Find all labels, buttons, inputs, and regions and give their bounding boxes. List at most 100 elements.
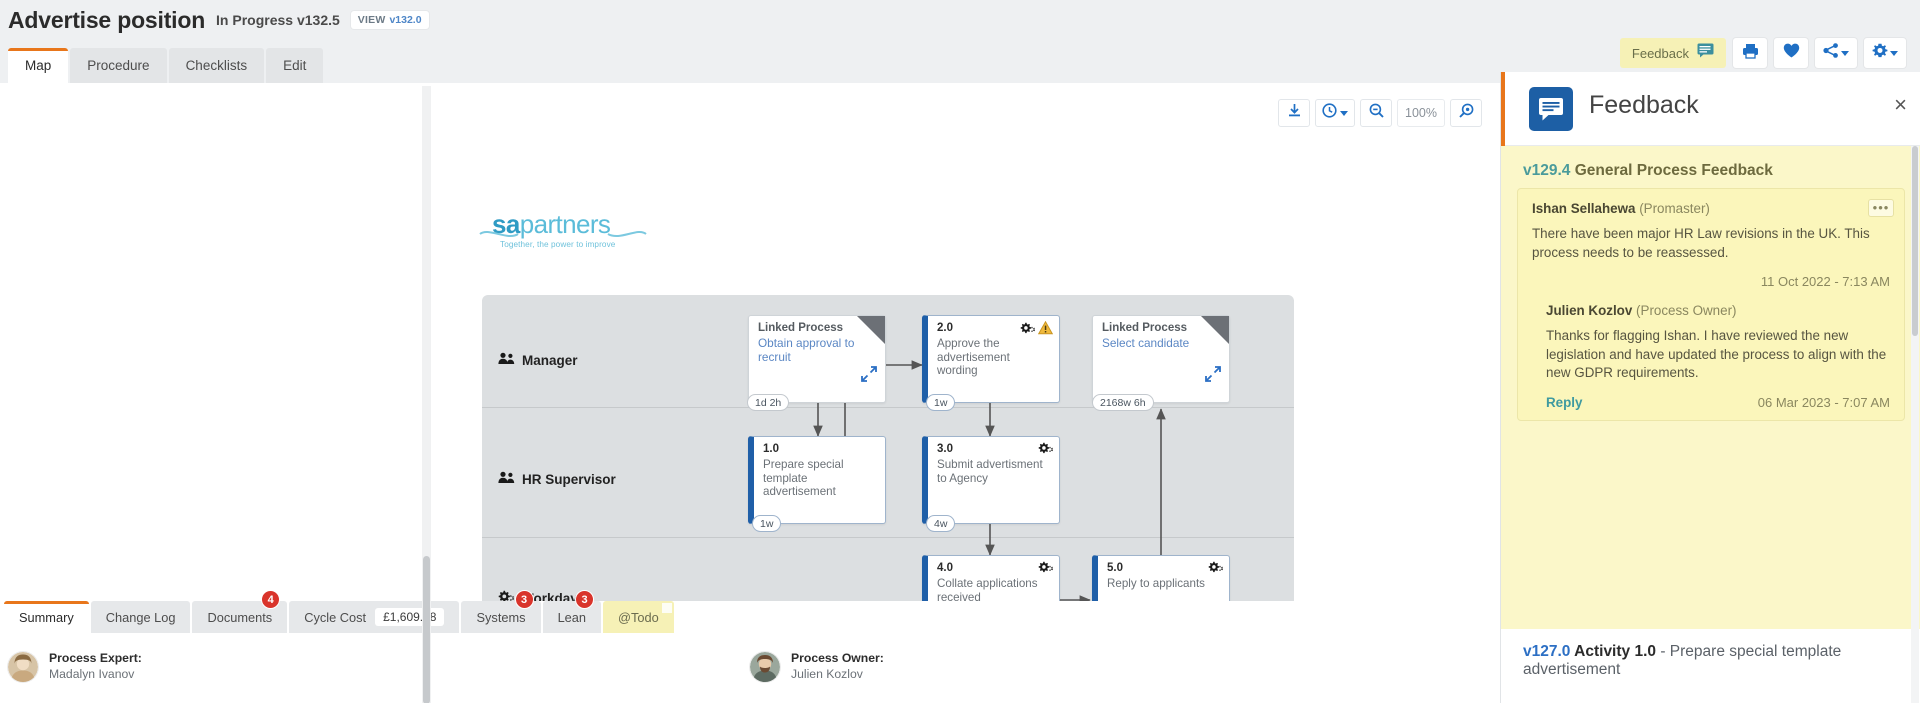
activity-number: 4.0 — [937, 562, 953, 574]
history-button[interactable] — [1315, 99, 1355, 127]
zoom-out-icon — [1369, 103, 1384, 123]
lane-label-hr-supervisor: HR Supervisor — [498, 471, 616, 487]
share-icon — [1823, 43, 1839, 63]
expand-icon[interactable] — [859, 364, 879, 384]
page-scrollbar[interactable] — [422, 86, 431, 703]
bottom-tab-todo[interactable]: @Todo — [603, 601, 674, 633]
cycle-cost-value: £1,609.38 — [375, 608, 444, 626]
download-button[interactable] — [1278, 99, 1310, 127]
close-icon[interactable]: × — [1894, 94, 1907, 116]
expand-icon[interactable] — [1203, 364, 1223, 384]
feedback-group-separator: - — [1656, 643, 1670, 660]
tab-map[interactable]: Map — [8, 48, 68, 83]
zoom-in-icon — [1459, 103, 1474, 123]
bottom-tab-label: Summary — [19, 610, 74, 625]
feedback-panel-scrollbar-thumb[interactable] — [1912, 146, 1918, 336]
activity-2-0[interactable]: 2.0 Approve the advertisement wording 1w — [922, 315, 1060, 403]
activity-text: Approve the advertisement wording — [937, 337, 1051, 378]
print-button[interactable] — [1733, 38, 1767, 68]
people-icon — [498, 352, 515, 368]
comment-more-button[interactable]: ••• — [1868, 199, 1894, 217]
tab-label: Checklists — [186, 58, 248, 73]
feedback-panel-header: Feedback × — [1501, 72, 1920, 146]
reply-actions-row: Reply 06 Mar 2023 - 7:07 AM — [1546, 395, 1890, 410]
linked-process-title: Linked Process — [1102, 322, 1187, 334]
feedback-group-heading: v129.4 General Process Feedback — [1501, 146, 1920, 188]
process-owner-role: Process Owner: — [791, 651, 884, 666]
page-header: Advertise position In Progress v132.5 VI… — [0, 0, 1920, 40]
feedback-button-label: Feedback — [1632, 46, 1689, 61]
bottom-tab-label: Systems — [476, 610, 525, 625]
bottom-tab-lean[interactable]: Lean 3 — [543, 601, 601, 633]
lane-divider — [482, 407, 1294, 408]
activity-number: 5.0 — [1107, 562, 1123, 574]
logo-swoosh-icon — [478, 225, 648, 243]
reply-author-name: Julien Kozlov — [1546, 303, 1632, 318]
activity-3-0[interactable]: 3.0 Submit advertisment to Agency 4w — [922, 436, 1060, 524]
tab-checklists[interactable]: Checklists — [169, 48, 265, 83]
avatar — [8, 652, 38, 682]
main-tab-bar: Map Procedure Checklists Edit — [0, 48, 1500, 83]
bottom-tab-cycle-cost[interactable]: Cycle Cost £1,609.38 — [289, 601, 459, 633]
lean-badge: 3 — [575, 590, 594, 609]
reply-timestamp: 06 Mar 2023 - 7:07 AM — [1758, 395, 1890, 410]
activity-text: Collate applications received — [937, 577, 1051, 601]
share-button[interactable] — [1815, 38, 1857, 68]
comment-body: There have been major HR Law revisions i… — [1532, 225, 1890, 262]
zoom-out-button[interactable] — [1360, 99, 1392, 127]
feedback-button[interactable]: Feedback — [1620, 38, 1726, 68]
comment-reply-card: Julien Kozlov (Process Owner) Thanks for… — [1546, 303, 1890, 410]
chevron-down-icon — [1340, 111, 1348, 116]
process-map-canvas[interactable]: 100% sapartners Together, the power to i… — [0, 83, 1500, 601]
heart-icon — [1783, 43, 1800, 63]
bottom-tab-change-log[interactable]: Change Log — [91, 601, 191, 633]
tab-procedure[interactable]: Procedure — [70, 48, 166, 83]
linked-process-duration: 2168w 6h — [1092, 394, 1154, 411]
favourite-button[interactable] — [1774, 38, 1808, 68]
lane-label-text: Manager — [522, 353, 578, 368]
linked-process-select-candidate[interactable]: Linked Process Select candidate 2168w 6h — [1092, 315, 1230, 403]
page-scrollbar-thumb[interactable] — [423, 556, 430, 703]
activity-text: Reply to applicants — [1107, 577, 1221, 591]
feedback-panel-scrollbar[interactable] — [1911, 146, 1919, 703]
comment-author-name: Ishan Sellahewa — [1532, 201, 1635, 216]
bottom-tab-label: Change Log — [106, 610, 176, 625]
zoom-in-button[interactable] — [1450, 99, 1482, 127]
process-owner: Process Owner: Julien Kozlov — [750, 651, 884, 682]
print-icon — [1742, 43, 1759, 64]
activity-1-0[interactable]: 1.0 Prepare special template advertiseme… — [748, 436, 886, 524]
feedback-group-title: General Process Feedback — [1575, 162, 1773, 179]
tab-label: Edit — [283, 58, 306, 73]
bottom-tab-label: @Todo — [618, 610, 659, 625]
activity-4-0[interactable]: 4.0 Collate applications received 1d — [922, 555, 1060, 601]
speech-bubble-icon — [1529, 87, 1573, 131]
reply-button[interactable]: Reply — [1546, 395, 1582, 410]
linked-process-obtain-approval[interactable]: Linked Process Obtain approval to recrui… — [748, 315, 886, 403]
view-label: VIEW — [358, 14, 386, 26]
gears-icon — [498, 590, 514, 601]
settings-button[interactable] — [1864, 38, 1906, 68]
bottom-tab-summary[interactable]: Summary — [4, 601, 89, 633]
folded-corner-icon — [857, 316, 885, 344]
feedback-group-heading: v127.0 Activity 1.0 - Prepare special te… — [1501, 629, 1920, 687]
activity-5-0[interactable]: 5.0 Reply to applicants - — [1092, 555, 1230, 601]
bottom-tab-systems[interactable]: Systems 3 — [461, 601, 540, 633]
feedback-comment-card[interactable]: ••• Ishan Sellahewa (Promaster) There ha… — [1517, 188, 1905, 421]
activity-number: 1.0 — [763, 443, 779, 455]
comment-author: Ishan Sellahewa (Promaster) — [1532, 201, 1890, 216]
speech-bubble-icon — [1697, 43, 1714, 63]
bottom-tab-label: Cycle Cost — [304, 610, 366, 625]
reply-author-role: (Process Owner) — [1636, 303, 1736, 318]
view-version-button[interactable]: VIEW v132.0 — [351, 11, 429, 29]
page-status: In Progress v132.5 — [216, 12, 340, 28]
bottom-tab-label: Documents — [207, 610, 272, 625]
company-logo: sapartners Together, the power to improv… — [478, 211, 648, 249]
tab-edit[interactable]: Edit — [266, 48, 323, 83]
bottom-tab-documents[interactable]: Documents 4 — [192, 601, 287, 633]
activity-number: 3.0 — [937, 443, 953, 455]
feedback-group-version: v127.0 — [1523, 643, 1570, 660]
dogear-icon — [662, 603, 672, 613]
feedback-group-title: Prepare special template advertisement — [1523, 643, 1841, 678]
feedback-group-v127-0: v127.0 Activity 1.0 - Prepare special te… — [1501, 629, 1920, 703]
activity-number: 2.0 — [937, 322, 953, 334]
